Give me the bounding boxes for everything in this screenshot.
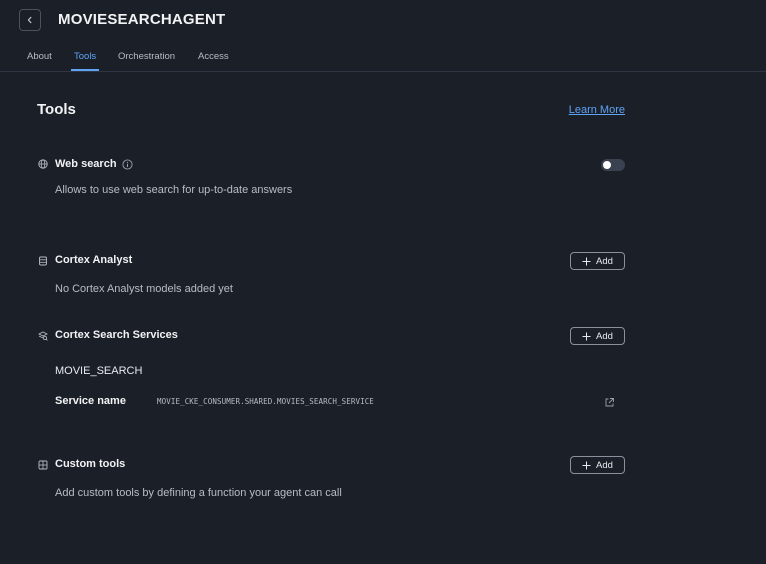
- tab-orchestration[interactable]: Orchestration: [118, 51, 175, 62]
- custom-tools-description: Add custom tools by defining a function …: [55, 487, 342, 499]
- info-icon[interactable]: [122, 159, 133, 170]
- section-title: Tools: [37, 101, 76, 118]
- search-stack-icon: [38, 331, 48, 341]
- back-button[interactable]: [19, 9, 41, 31]
- tab-about[interactable]: About: [27, 51, 52, 62]
- chevron-left-icon: [27, 16, 32, 24]
- cortex-analyst-title: Cortex Analyst: [55, 254, 133, 266]
- plus-icon: [582, 257, 591, 265]
- add-cortex-search-button[interactable]: Add: [570, 327, 625, 345]
- service-name-label: Service name: [55, 395, 126, 407]
- cortex-search-title: Cortex Search Services: [55, 329, 178, 341]
- add-label: Add: [596, 459, 613, 471]
- custom-tools-title: Custom tools: [55, 458, 126, 470]
- add-custom-tool-button[interactable]: Add: [570, 456, 625, 474]
- plus-icon: [582, 461, 591, 469]
- learn-more-link[interactable]: Learn More: [569, 104, 625, 116]
- cortex-analyst-description: No Cortex Analyst models added yet: [55, 283, 233, 295]
- grid-icon: [38, 460, 48, 470]
- tab-tools[interactable]: Tools: [74, 51, 96, 62]
- web-search-toggle[interactable]: [601, 159, 625, 171]
- external-link-icon[interactable]: [604, 397, 615, 408]
- globe-icon: [38, 159, 48, 169]
- page-title: MOVIESEARCHAGENT: [58, 11, 226, 28]
- plus-icon: [582, 332, 591, 340]
- service-name-value: MOVIE_CKE_CONSUMER.SHARED.MOVIES_SEARCH_…: [157, 397, 374, 406]
- search-service-name: MOVIE_SEARCH: [55, 365, 143, 377]
- toggle-knob: [603, 161, 611, 169]
- add-label: Add: [596, 255, 613, 267]
- web-search-title: Web search: [55, 158, 117, 170]
- add-cortex-analyst-button[interactable]: Add: [570, 252, 625, 270]
- tab-access[interactable]: Access: [198, 51, 229, 62]
- header-divider: [0, 71, 766, 72]
- add-label: Add: [596, 330, 613, 342]
- database-icon: [39, 256, 47, 266]
- web-search-description: Allows to use web search for up-to-date …: [55, 184, 293, 196]
